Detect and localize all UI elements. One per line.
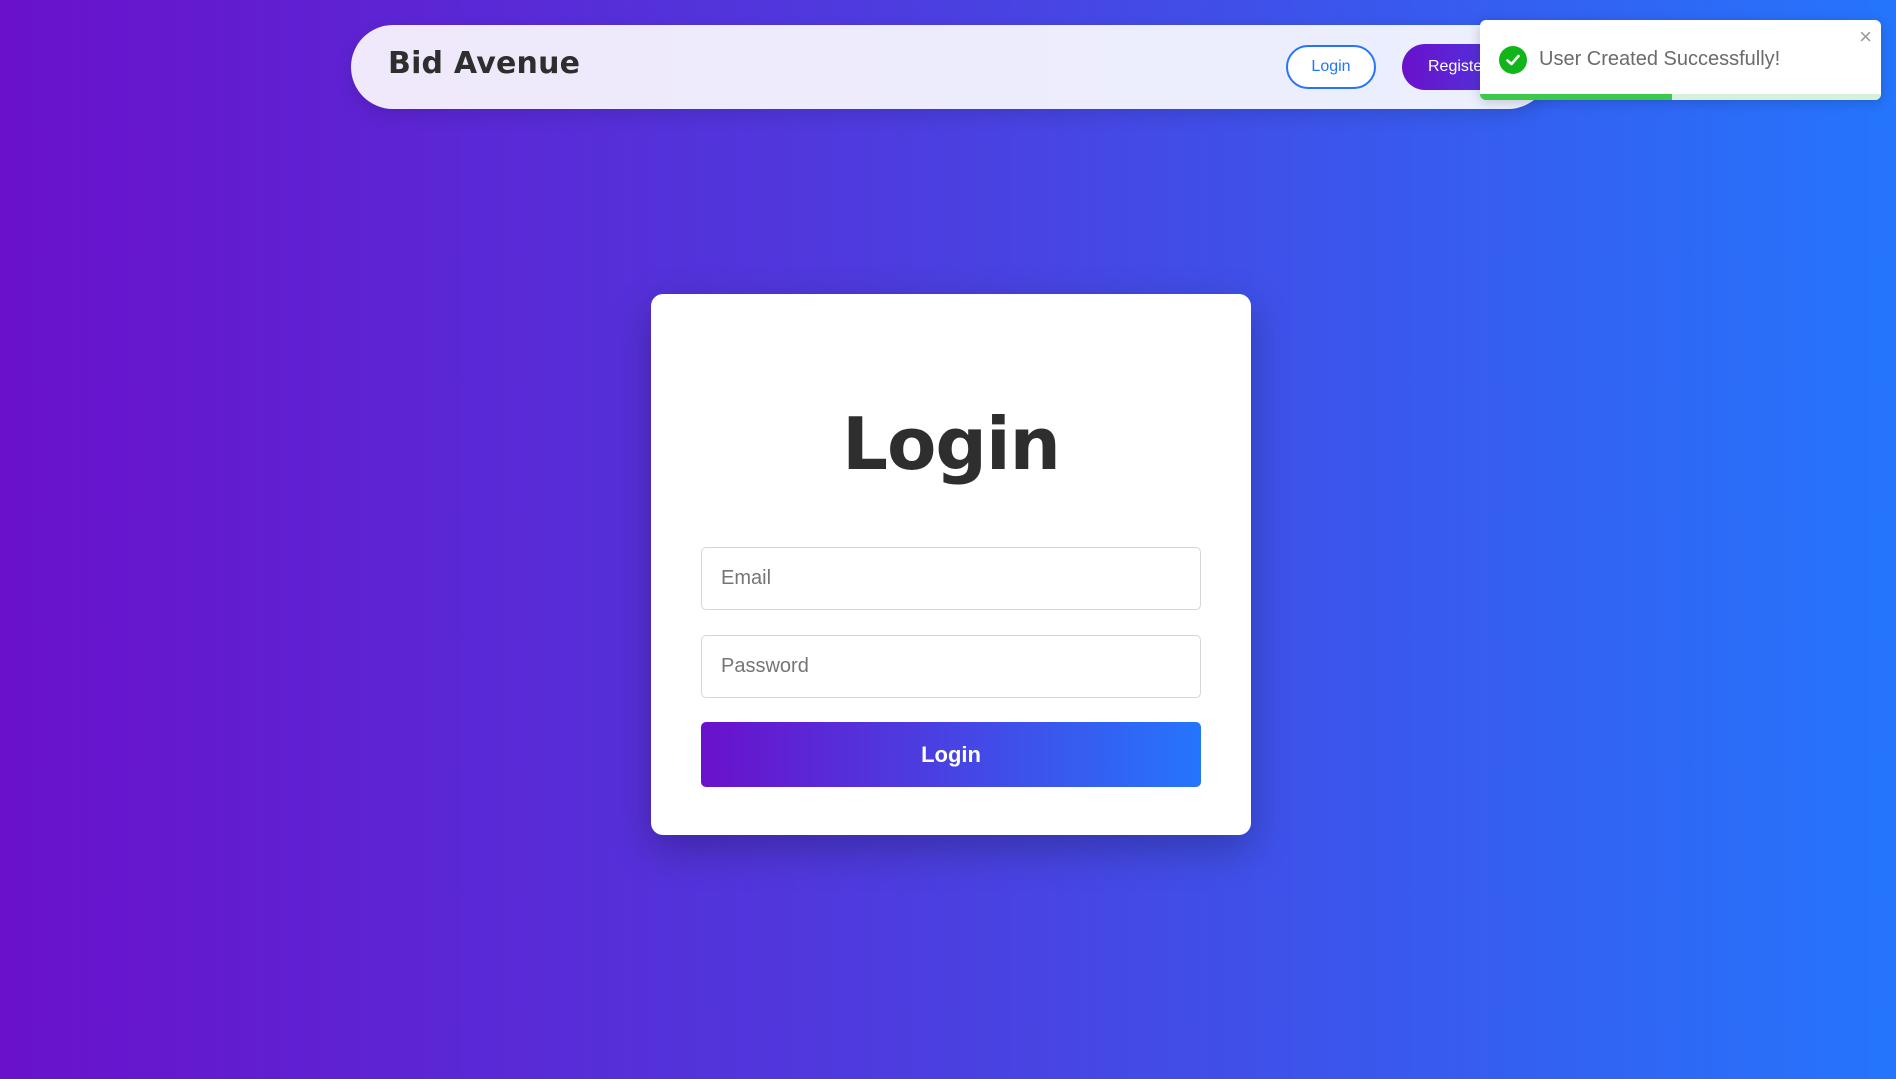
nav-login-button[interactable]: Login (1286, 45, 1376, 89)
password-input[interactable] (701, 635, 1201, 698)
toast-progress-track (1480, 94, 1881, 100)
navbar: Bid Avenue Login Register (351, 25, 1550, 109)
close-icon[interactable]: × (1859, 26, 1872, 48)
check-circle-icon (1499, 46, 1527, 74)
login-submit-button[interactable]: Login (701, 722, 1201, 787)
toast-progress-bar (1480, 94, 1673, 100)
toast-message: User Created Successfully! (1539, 48, 1781, 70)
success-toast[interactable]: User Created Successfully! × (1480, 20, 1881, 100)
login-card: Login Login (651, 294, 1251, 835)
brand-logo-text[interactable]: Bid Avenue (388, 46, 580, 81)
email-input[interactable] (701, 547, 1201, 610)
page-title: Login (842, 402, 1061, 486)
